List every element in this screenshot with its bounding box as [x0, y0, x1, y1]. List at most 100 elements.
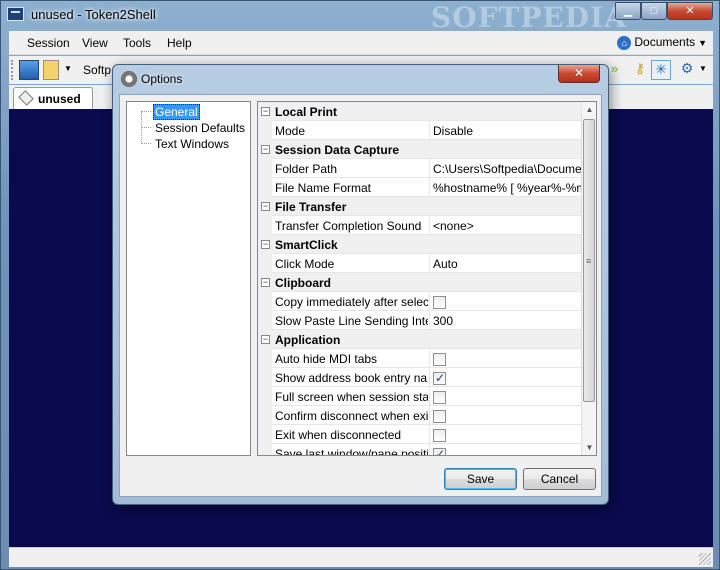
column-divider[interactable] [429, 216, 430, 235]
tree-connector [141, 127, 151, 128]
collapse-icon[interactable]: − [261, 240, 270, 249]
property-category[interactable]: − Session Data Capture [258, 140, 583, 159]
property-row[interactable]: Exit when disconnected [258, 425, 583, 444]
connect-icon[interactable] [19, 60, 39, 80]
options-tree: General Session Defaults Text Windows [126, 101, 251, 456]
scroll-thumb[interactable]: ≡ [583, 119, 595, 402]
column-divider[interactable] [429, 425, 430, 444]
settings-icon[interactable]: ⚙ [677, 60, 697, 80]
edit-icon[interactable] [43, 60, 59, 80]
gutter [258, 216, 272, 235]
property-value[interactable]: Auto [433, 257, 583, 271]
documents-menu[interactable]: ⌂ Documents ▼ [617, 35, 707, 50]
property-category[interactable]: − Application [258, 330, 583, 349]
gutter [258, 292, 272, 311]
collapse-icon[interactable]: − [261, 278, 270, 287]
column-divider[interactable] [429, 178, 430, 197]
property-category[interactable]: − Local Print [258, 102, 583, 121]
scroll-down-icon[interactable]: ▼ [582, 440, 596, 455]
property-row[interactable]: Confirm disconnect when exi [258, 406, 583, 425]
dialog-close-button[interactable]: ✕ [558, 65, 600, 83]
keys-icon[interactable]: ⚷ [630, 60, 650, 80]
scroll-up-icon[interactable]: ▲ [582, 102, 596, 117]
forward-icon[interactable]: » [611, 61, 618, 76]
property-checkbox[interactable] [433, 447, 446, 455]
column-divider[interactable] [429, 254, 430, 273]
property-checkbox[interactable] [433, 296, 446, 309]
column-divider[interactable] [429, 311, 430, 330]
property-row[interactable]: Transfer Completion Sound <none> [258, 216, 583, 235]
property-row[interactable]: Mode Disable [258, 121, 583, 140]
property-row[interactable]: Folder Path C:\Users\Softpedia\Docume [258, 159, 583, 178]
column-divider[interactable] [429, 406, 430, 425]
property-name: Full screen when session start [275, 390, 428, 404]
toolbar-grip[interactable] [11, 60, 14, 80]
property-value[interactable]: %hostname% [ %year%-%m [433, 181, 583, 195]
column-divider[interactable] [429, 368, 430, 387]
tab-label: unused [38, 92, 81, 106]
property-grid-scrollbar[interactable]: ▲ ≡ ▼ [581, 102, 596, 455]
property-name: Save last window/pane positi [275, 447, 428, 456]
cancel-button[interactable]: Cancel [523, 468, 596, 490]
collapse-icon[interactable]: − [261, 335, 270, 344]
property-row[interactable]: Click Mode Auto [258, 254, 583, 273]
tree-line [141, 112, 142, 144]
close-button[interactable]: ✕ [667, 2, 713, 20]
column-divider[interactable] [429, 444, 430, 455]
category-label: Local Print [275, 105, 338, 119]
property-name: Click Mode [275, 257, 335, 271]
column-divider[interactable] [429, 387, 430, 406]
property-category[interactable]: − Clipboard [258, 273, 583, 292]
collapse-icon[interactable]: − [261, 202, 270, 211]
collapse-icon[interactable]: − [261, 107, 270, 116]
gutter [258, 368, 272, 387]
maximize-button[interactable]: □ [641, 2, 667, 20]
menu-view[interactable]: View [82, 36, 108, 50]
tree-item-label: General [153, 104, 200, 120]
property-checkbox[interactable] [433, 353, 446, 366]
property-row[interactable]: Auto hide MDI tabs [258, 349, 583, 368]
app-icon[interactable] [7, 7, 24, 21]
property-value[interactable]: Disable [433, 124, 583, 138]
save-button[interactable]: Save [444, 468, 517, 490]
property-row[interactable]: File Name Format %hostname% [ %year%-%m [258, 178, 583, 197]
property-category[interactable]: − SmartClick [258, 235, 583, 254]
smartclick-icon[interactable]: ✳ [651, 60, 671, 80]
property-name: Copy immediately after selec [275, 295, 428, 309]
property-checkbox[interactable] [433, 391, 446, 404]
menu-tools[interactable]: Tools [123, 36, 151, 50]
resize-grip[interactable] [699, 553, 711, 565]
column-divider[interactable] [429, 349, 430, 368]
minimize-button[interactable]: ▁ [615, 2, 641, 20]
chevron-down-icon[interactable]: ▼ [699, 64, 707, 73]
chevron-down-icon[interactable]: ▼ [64, 64, 72, 73]
property-row[interactable]: Slow Paste Line Sending Inter 300 [258, 311, 583, 330]
column-divider[interactable] [429, 121, 430, 140]
chevron-down-icon: ▼ [698, 38, 707, 48]
column-divider[interactable] [429, 292, 430, 311]
property-row[interactable]: Show address book entry nar [258, 368, 583, 387]
gutter [258, 406, 272, 425]
tab-unused[interactable]: unused [13, 87, 93, 109]
property-row[interactable]: Save last window/pane positi [258, 444, 583, 456]
property-name: Slow Paste Line Sending Inter [275, 314, 428, 328]
property-row[interactable]: Copy immediately after selec [258, 292, 583, 311]
menu-session[interactable]: Session [27, 36, 70, 50]
property-checkbox[interactable] [433, 410, 446, 423]
home-icon: ⌂ [617, 36, 632, 50]
menu-help[interactable]: Help [167, 36, 192, 50]
property-value[interactable]: C:\Users\Softpedia\Docume [433, 162, 583, 176]
property-category[interactable]: − File Transfer [258, 197, 583, 216]
gutter [258, 349, 272, 368]
menu-bar: Session View Tools Help ⌂ Documents ▼ [9, 31, 713, 55]
property-row[interactable]: Full screen when session start [258, 387, 583, 406]
property-name: Transfer Completion Sound [275, 219, 422, 233]
category-label: Application [275, 333, 341, 347]
property-checkbox[interactable] [433, 371, 446, 385]
collapse-icon[interactable]: − [261, 145, 270, 154]
property-checkbox[interactable] [433, 429, 446, 442]
address-text[interactable]: Softp [83, 63, 111, 77]
property-value[interactable]: <none> [433, 219, 583, 233]
property-value[interactable]: 300 [433, 314, 583, 328]
column-divider[interactable] [429, 159, 430, 178]
